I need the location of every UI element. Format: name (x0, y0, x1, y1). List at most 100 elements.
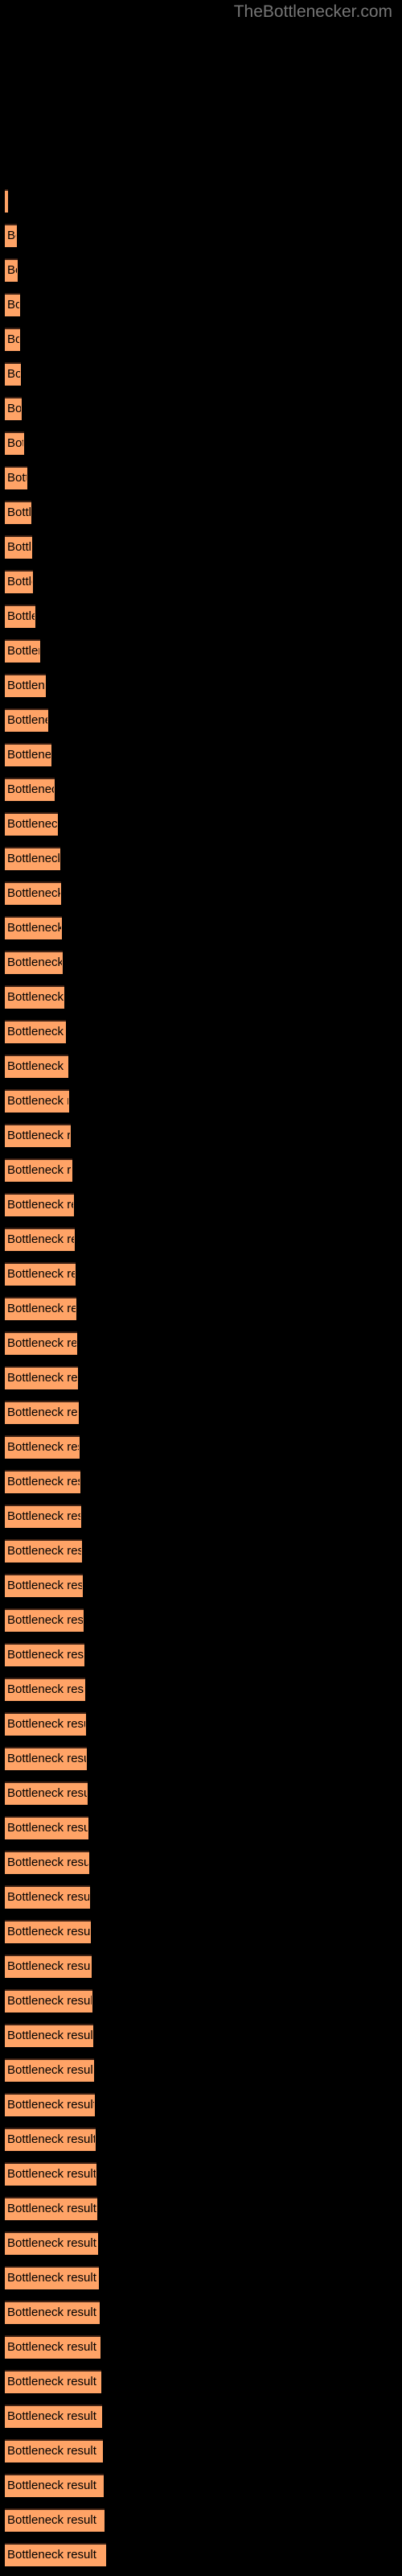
bar-label: Bottleneck result (7, 1821, 88, 1835)
bar-row: Bottleneck result (0, 2439, 402, 2462)
bar-label: Bottleneck result (7, 852, 59, 865)
bar-label: Bottleneck result (7, 1371, 77, 1385)
bar-label: Bottleneck result (7, 2029, 92, 2042)
bar-row: Bottleneck result (0, 2474, 402, 2497)
bar-label: Bottleneck result (7, 748, 51, 762)
bar-label: Bottleneck result (7, 367, 20, 381)
bar-row: Bottleneck result (0, 1089, 402, 1113)
bar-label: Bottleneck result (7, 713, 47, 727)
bar-label: Bottleneck result (7, 817, 57, 831)
bar-row: Bottleneck result (0, 985, 402, 1009)
bar-row: Bottleneck result (0, 2301, 402, 2324)
bar-row: Bottleneck result (0, 258, 402, 282)
bar-row: Bottleneck result (0, 1124, 402, 1147)
bar-row: Bottleneck result (0, 1712, 402, 1736)
bar-label: Bottleneck result (7, 2132, 95, 2146)
bar-row: Bottleneck result (0, 1955, 402, 1978)
bar-row: Bottleneck result (0, 1539, 402, 1563)
bar-row: Bottleneck result (0, 1781, 402, 1805)
bar-label: Bottleneck result (7, 2306, 96, 2319)
bar-label: Bottleneck result (7, 2098, 94, 2112)
bar-label: Bottleneck result (7, 2479, 96, 2492)
bar-label: Bottleneck result (7, 1302, 76, 1315)
bar-row: Bottleneck result (0, 2405, 402, 2428)
bar-row: Bottleneck result (0, 1297, 402, 1320)
bar-row: Bottleneck result (0, 1228, 402, 1251)
bar-row: Bottleneck result (0, 1678, 402, 1701)
bar-row: Bottleneck result (0, 2231, 402, 2255)
bar-row: Bottleneck result (0, 2370, 402, 2393)
bar-row: Bottleneck result (0, 2024, 402, 2047)
bar-label: Bottleneck result (7, 1648, 84, 1662)
bar-row: Bottleneck result (0, 847, 402, 870)
bar-row: Bottleneck result (0, 708, 402, 732)
bar-row: Bottleneck result (0, 1643, 402, 1666)
bar-label: Bottleneck result (7, 1198, 73, 1212)
bar-label: Bottleneck result (7, 2202, 96, 2215)
bar-row: Bottleneck result (0, 743, 402, 766)
bar-label: Bottleneck result (7, 886, 60, 900)
bar-row: Bottleneck result (0, 224, 402, 247)
bar-label: Bottleneck result (7, 2548, 96, 2562)
bar-label: Bottleneck result (7, 2513, 96, 2527)
bar-row: Bottleneck result (0, 1747, 402, 1770)
bar-label: Bottleneck result (7, 1232, 74, 1246)
bar-label: Bottleneck result (7, 990, 64, 1004)
bar-row: Bottleneck result (0, 501, 402, 524)
bar-label: Bottleneck result (7, 298, 19, 312)
bar-label: Bottleneck result (7, 1475, 80, 1488)
bar-label: Bottleneck result (7, 644, 39, 658)
bar-row: Bottleneck result (0, 1885, 402, 1909)
bar-label: Bottleneck result (7, 1163, 72, 1177)
bar-row: Bottleneck result (0, 2266, 402, 2289)
bar-row: Bottleneck result (0, 1262, 402, 1286)
bar-row: Bottleneck result (0, 1020, 402, 1043)
bar-label: Bottleneck result (7, 402, 21, 415)
bar-row: Bottleneck result (0, 639, 402, 663)
bar-label: Bottleneck result (7, 1509, 80, 1523)
bar-row: Bottleneck result (0, 881, 402, 905)
bar-row: Bottleneck result (0, 1331, 402, 1355)
bar-label: Bottleneck result (7, 1544, 81, 1558)
bar-label: Bottleneck result (7, 1890, 89, 1904)
bar-label: Bottleneck result (7, 332, 19, 346)
bar-label: Bottleneck result (7, 1579, 82, 1592)
bar-label: Bottleneck result (7, 540, 31, 554)
bar-row: Bottleneck result (0, 605, 402, 628)
bar-label: Bottleneck result (7, 1856, 88, 1869)
bar-row: Bottleneck result (0, 916, 402, 939)
bar-label: Bottleneck result (7, 471, 27, 485)
bar-label: Bottleneck result (7, 1336, 76, 1350)
bar-row: Bottleneck result (0, 2162, 402, 2186)
bar (5, 189, 8, 213)
bar-row: Bottleneck result (0, 1851, 402, 1874)
bar-row: Bottleneck result (0, 2058, 402, 2082)
bar-label: Bottleneck result (7, 1440, 79, 1454)
bar-row: Bottleneck result (0, 2093, 402, 2116)
bar-row: Bottleneck result (0, 466, 402, 489)
bar-label: Bottleneck result (7, 956, 62, 969)
bar-row: Bottleneck result (0, 812, 402, 836)
bars-layer: Bottleneck result Bottleneck result Bottle… (0, 0, 402, 2576)
bar-label: Bottleneck result (7, 2409, 96, 2423)
bar-row: Bottleneck result (0, 1816, 402, 1839)
bar-row: Bottleneck result (0, 397, 402, 420)
bar-row: Bottleneck result (0, 951, 402, 974)
bar-label: Bottleneck result (7, 921, 61, 935)
bar-label: Bottleneck result (7, 2340, 96, 2354)
bar-label: Bottleneck result (7, 1752, 86, 1765)
bar-label: Bottleneck result (7, 679, 45, 692)
bar-row: Bottleneck result (0, 189, 402, 213)
bar-row: Bottleneck result (0, 1574, 402, 1597)
bar-label: Bottleneck result (7, 1925, 90, 1938)
bar-label: Bottleneck result (7, 1959, 91, 1973)
bar-row: Bottleneck result (0, 2197, 402, 2220)
bar-row: Bottleneck result (0, 1470, 402, 1493)
bar-row: Bottleneck result (0, 1193, 402, 1216)
bar-row: Bottleneck result (0, 1989, 402, 2013)
bar-label: Bottleneck result (7, 2236, 96, 2250)
bar-label: Bottleneck result (7, 506, 31, 519)
bar-label: Bottleneck result (7, 1406, 78, 1419)
bar-row: Bottleneck result (0, 1055, 402, 1078)
bar-label: Bottleneck result (7, 1059, 68, 1073)
